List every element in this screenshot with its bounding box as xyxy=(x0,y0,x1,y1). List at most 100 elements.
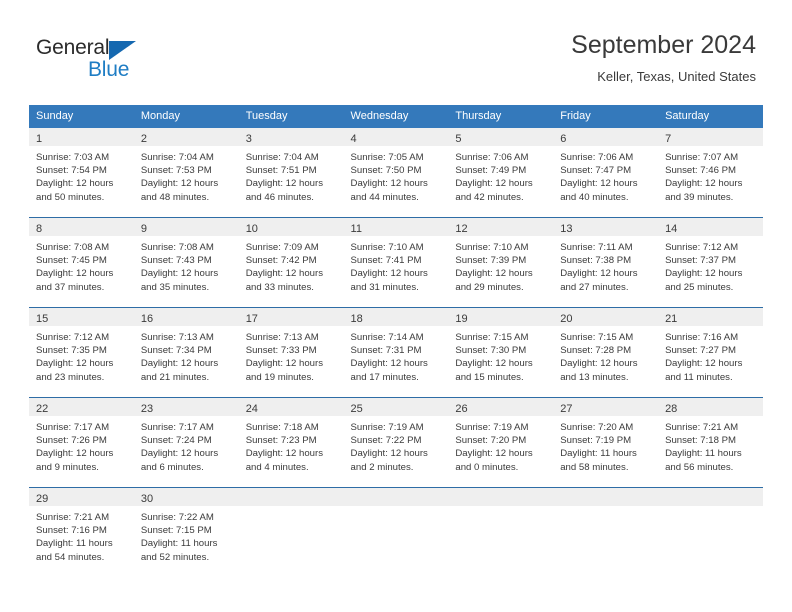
daylight-text-line1: Daylight: 12 hours xyxy=(665,268,743,280)
calendar-day-cell[interactable]: 18 Sunrise: 7:14 AM Sunset: 7:31 PM Dayligh… xyxy=(343,307,449,398)
page-title: September 2024 xyxy=(571,31,756,59)
daylight-text-line2: and 56 minutes. xyxy=(665,461,734,473)
calendar-day-cell[interactable]: 22 Sunrise: 7:17 AM Sunset: 7:26 PM Dayligh… xyxy=(29,397,134,488)
daylight-text-line1: Daylight: 12 hours xyxy=(455,268,533,280)
day-number: 17 xyxy=(245,313,258,325)
calendar-day-cell[interactable]: 15 Sunrise: 7:12 AM Sunset: 7:35 PM Dayligh… xyxy=(29,307,134,398)
day-number: 3 xyxy=(245,133,252,145)
day-number: 28 xyxy=(665,403,678,415)
calendar-week-row: 8 Sunrise: 7:08 AM Sunset: 7:45 PM Daylight… xyxy=(29,217,763,308)
day-number: 15 xyxy=(36,313,49,325)
calendar-day-cell[interactable]: 1 Sunrise: 7:03 AM Sunset: 7:54 PM Daylight… xyxy=(29,128,134,218)
daylight-text-line2: and 2 minutes. xyxy=(350,461,414,473)
general-blue-logo[interactable]: General Blue xyxy=(36,36,236,88)
weekday-header-friday: Friday xyxy=(553,105,659,128)
calendar-week-row: 1 Sunrise: 7:03 AM Sunset: 7:54 PM Daylight… xyxy=(29,128,763,218)
title-block: September 2024 Keller, Texas, United Sta… xyxy=(571,30,756,85)
daylight-text-line2: and 33 minutes. xyxy=(245,281,314,293)
sunrise-text: Sunrise: 7:07 AM xyxy=(665,152,739,163)
day-number: 23 xyxy=(140,403,154,415)
day-number: 19 xyxy=(455,313,468,325)
calendar-day-cell[interactable]: 26 Sunrise: 7:19 AM Sunset: 7:20 PM Dayligh… xyxy=(448,397,554,488)
sunrise-text: Sunrise: 7:03 AM xyxy=(36,152,110,163)
calendar-day-cell[interactable]: 20 Sunrise: 7:15 AM Sunset: 7:28 PM Dayligh… xyxy=(553,307,659,398)
sunset-text: Sunset: 7:51 PM xyxy=(245,165,317,177)
daylight-text-line1: Daylight: 12 hours xyxy=(350,448,428,460)
daylight-text-line2: and 19 minutes. xyxy=(245,371,314,383)
daylight-text-line2: and 52 minutes. xyxy=(140,551,210,563)
calendar-day-cell[interactable]: 2 Sunrise: 7:04 AM Sunset: 7:53 PM Daylight… xyxy=(133,128,239,218)
sunrise-text: Sunrise: 7:20 AM xyxy=(560,422,634,433)
day-number: 9 xyxy=(140,223,147,235)
page-header: General Blue September 2024 Keller, Texa… xyxy=(0,0,792,100)
daylight-text-line2: and 46 minutes. xyxy=(245,191,314,203)
sunset-text: Sunset: 7:41 PM xyxy=(350,255,422,267)
calendar-day-cell[interactable]: 30 Sunrise: 7:22 AM Sunset: 7:15 PM Dayligh… xyxy=(133,487,239,577)
daylight-text-line2: and 25 minutes. xyxy=(665,281,734,293)
calendar-day-cell[interactable]: 28 Sunrise: 7:21 AM Sunset: 7:18 PM Dayligh… xyxy=(658,397,763,488)
daylight-text-line1: Daylight: 12 hours xyxy=(245,178,324,190)
daylight-text-line2: and 42 minutes. xyxy=(455,191,524,203)
calendar-day-cell-empty xyxy=(238,487,344,577)
calendar-day-cell[interactable]: 23 Sunrise: 7:17 AM Sunset: 7:24 PM Dayligh… xyxy=(133,397,239,488)
calendar-day-cell[interactable]: 4 Sunrise: 7:05 AM Sunset: 7:50 PM Daylight… xyxy=(343,128,449,218)
calendar-day-cell[interactable]: 7 Sunrise: 7:07 AM Sunset: 7:46 PM Daylight… xyxy=(658,128,763,218)
calendar-day-cell[interactable]: 10 Sunrise: 7:09 AM Sunset: 7:42 PM Dayligh… xyxy=(238,217,344,308)
calendar-day-cell[interactable]: 12 Sunrise: 7:10 AM Sunset: 7:39 PM Dayligh… xyxy=(448,217,554,308)
sunrise-text: Sunrise: 7:06 AM xyxy=(560,152,634,163)
daylight-text-line2: and 27 minutes. xyxy=(560,281,629,293)
daylight-text-line1: Daylight: 12 hours xyxy=(36,268,114,280)
calendar-day-cell[interactable]: 14 Sunrise: 7:12 AM Sunset: 7:37 PM Dayligh… xyxy=(658,217,763,308)
day-number: 1 xyxy=(36,133,43,145)
calendar-day-cell[interactable]: 17 Sunrise: 7:13 AM Sunset: 7:33 PM Dayligh… xyxy=(238,307,344,398)
day-number: 20 xyxy=(560,313,573,325)
calendar-day-cell-empty xyxy=(658,487,763,577)
day-number: 4 xyxy=(350,133,357,145)
calendar-day-cell[interactable]: 11 Sunrise: 7:10 AM Sunset: 7:41 PM Dayligh… xyxy=(343,217,449,308)
daylight-text-line1: Daylight: 12 hours xyxy=(36,178,114,190)
daylight-text-line1: Daylight: 12 hours xyxy=(350,268,428,280)
day-number: 7 xyxy=(665,133,672,145)
sunrise-text: Sunrise: 7:12 AM xyxy=(36,332,110,343)
calendar-day-cell-empty xyxy=(553,487,659,577)
day-number: 24 xyxy=(245,403,258,415)
sunset-text: Sunset: 7:42 PM xyxy=(245,255,317,267)
calendar-day-cell[interactable]: 3 Sunrise: 7:04 AM Sunset: 7:51 PM Daylight… xyxy=(238,128,344,218)
daylight-text-line1: Daylight: 12 hours xyxy=(560,178,638,190)
daylight-text-line2: and 0 minutes. xyxy=(455,461,519,473)
day-number: 26 xyxy=(455,403,468,415)
calendar-day-cell-empty xyxy=(448,487,554,577)
sunset-text: Sunset: 7:47 PM xyxy=(560,165,632,177)
daylight-text-line2: and 50 minutes. xyxy=(36,191,105,203)
day-number: 2 xyxy=(140,133,147,145)
calendar-day-cell[interactable]: 9 Sunrise: 7:08 AM Sunset: 7:43 PM Daylight… xyxy=(133,217,239,308)
calendar-day-cell[interactable]: 24 Sunrise: 7:18 AM Sunset: 7:23 PM Dayligh… xyxy=(238,397,344,488)
day-number: 16 xyxy=(140,313,154,325)
calendar-day-cell[interactable]: 27 Sunrise: 7:20 AM Sunset: 7:19 PM Dayligh… xyxy=(553,397,659,488)
day-number: 13 xyxy=(560,223,573,235)
calendar-day-cell[interactable]: 19 Sunrise: 7:15 AM Sunset: 7:30 PM Dayligh… xyxy=(448,307,554,398)
daylight-text-line1: Daylight: 12 hours xyxy=(455,448,533,460)
calendar-day-cell[interactable]: 21 Sunrise: 7:16 AM Sunset: 7:27 PM Dayligh… xyxy=(658,307,763,398)
calendar-day-cell[interactable]: 25 Sunrise: 7:19 AM Sunset: 7:22 PM Dayligh… xyxy=(343,397,449,488)
sunset-text: Sunset: 7:50 PM xyxy=(350,165,422,177)
calendar-day-cell[interactable]: 16 Sunrise: 7:13 AM Sunset: 7:34 PM Dayligh… xyxy=(133,307,239,398)
daylight-text-line1: Daylight: 12 hours xyxy=(350,358,428,370)
day-number: 25 xyxy=(350,403,363,415)
calendar-day-cell[interactable]: 13 Sunrise: 7:11 AM Sunset: 7:38 PM Dayligh… xyxy=(553,217,659,308)
sunset-text: Sunset: 7:23 PM xyxy=(245,435,317,447)
calendar-day-cell[interactable]: 5 Sunrise: 7:06 AM Sunset: 7:49 PM Daylight… xyxy=(448,128,554,218)
calendar-day-cell[interactable]: 8 Sunrise: 7:08 AM Sunset: 7:45 PM Daylight… xyxy=(29,217,134,308)
sunset-text: Sunset: 7:28 PM xyxy=(560,345,632,357)
page-subtitle: Keller, Texas, United States xyxy=(597,69,756,84)
sunset-text: Sunset: 7:33 PM xyxy=(245,345,317,357)
day-number: 14 xyxy=(665,223,678,235)
sunset-text: Sunset: 7:22 PM xyxy=(350,435,422,447)
calendar-day-cell[interactable]: 29 Sunrise: 7:21 AM Sunset: 7:16 PM Dayligh… xyxy=(29,487,134,577)
sunset-text: Sunset: 7:38 PM xyxy=(560,255,632,267)
sunset-text: Sunset: 7:53 PM xyxy=(140,165,212,177)
daylight-text-line2: and 31 minutes. xyxy=(350,281,419,293)
daylight-text-line1: Daylight: 12 hours xyxy=(560,358,638,370)
weekday-header-saturday: Saturday xyxy=(658,105,763,128)
calendar-day-cell[interactable]: 6 Sunrise: 7:06 AM Sunset: 7:47 PM Daylight… xyxy=(553,128,659,218)
